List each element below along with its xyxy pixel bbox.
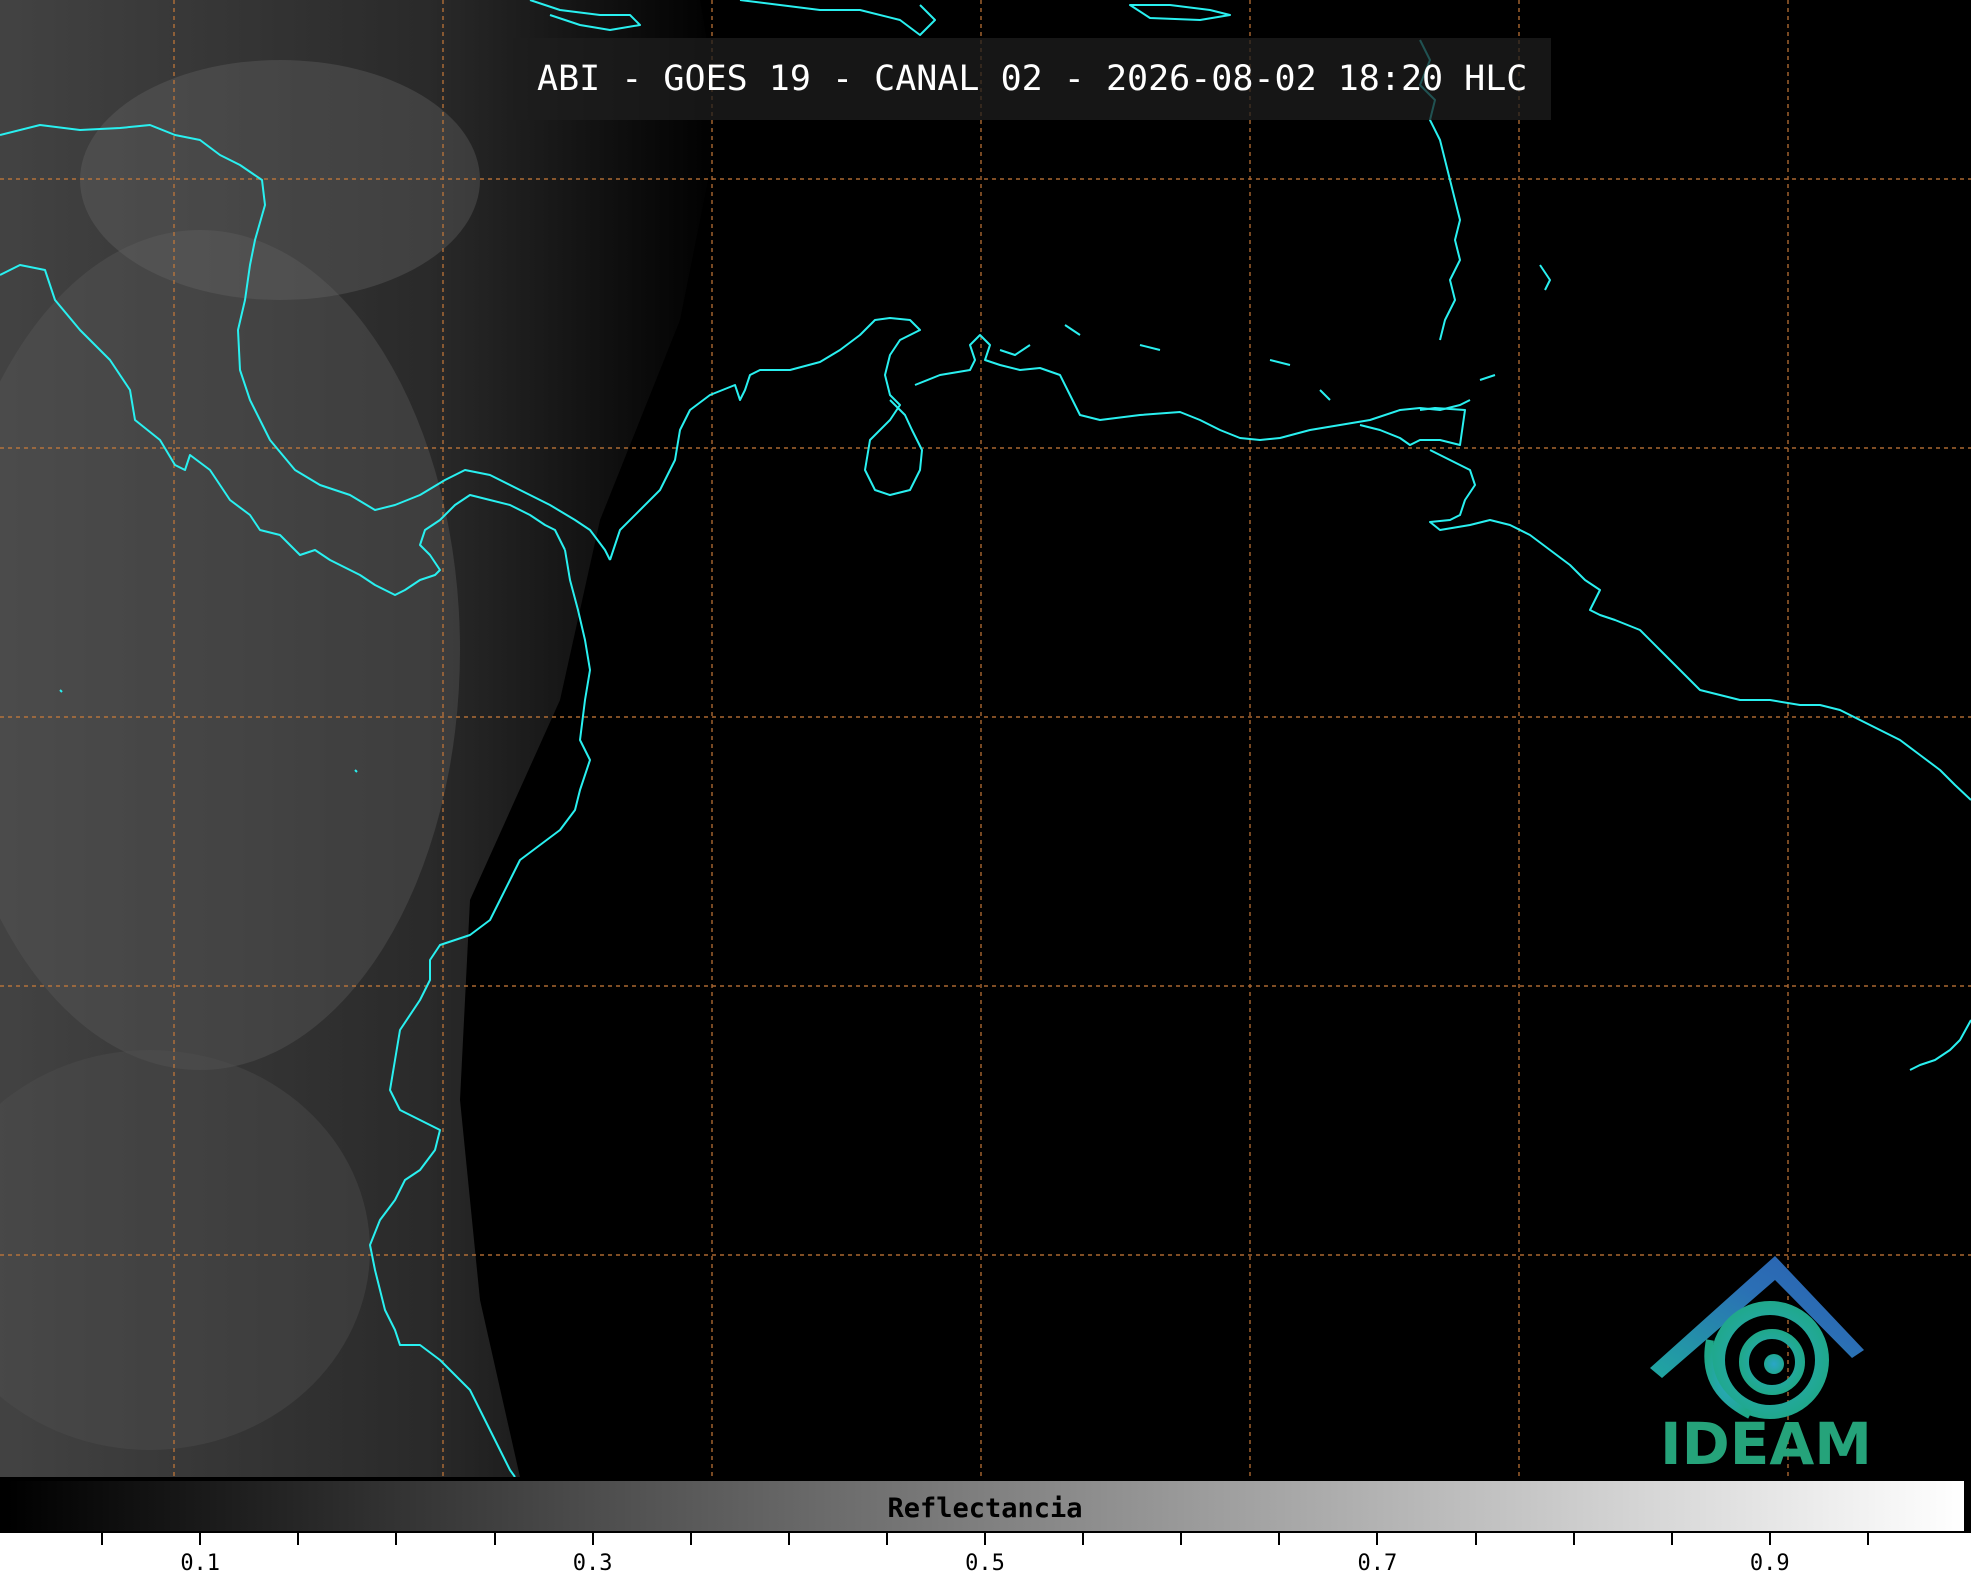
colorbar-minor-tick [199,1533,202,1545]
colorbar: Reflectancia [4,1479,1966,1533]
colorbar-tick-label: 0.7 [1357,1551,1398,1576]
colorbar-label: Reflectancia [887,1493,1083,1524]
colorbar-minor-tick [1082,1533,1085,1545]
colorbar-minor-tick [395,1533,398,1545]
colorbar-minor-tick [885,1533,888,1545]
colorbar-minor-tick [984,1533,986,1545]
colorbar-ticks: 0.1 0.3 0.5 0.7 0.9 [0,1533,1971,1577]
colorbar-minor-tick [1376,1533,1379,1545]
colorbar-minor-tick [1768,1533,1771,1545]
colorbar-minor-tick [1670,1533,1673,1545]
colorbar-minor-tick [591,1533,594,1545]
colorbar-minor-tick [297,1533,300,1545]
colorbar-tick-label: 0.9 [1749,1551,1790,1576]
image-title: ABI - GOES 19 - CANAL 02 - 2026-08-02 18… [513,38,1552,120]
colorbar-minor-tick [1866,1533,1869,1545]
colorbar-minor-tick [787,1533,790,1545]
colorbar-minor-tick [101,1533,104,1545]
colorbar-tick-label: 0.5 [965,1551,1005,1576]
colorbar-minor-tick [1474,1533,1477,1545]
logo-roof [1650,1256,1864,1378]
colorbar-minor-tick [1180,1533,1183,1545]
colorbar-minor-tick [689,1533,692,1545]
colorbar-minor-tick [493,1533,496,1545]
colorbar-minor-tick [1572,1533,1575,1545]
colorbar-tick-label: 0.3 [572,1551,613,1576]
colorbar-tick-label: 0.1 [180,1551,221,1576]
logo-text: IDEAM [1660,1410,1872,1478]
colorbar-minor-tick [1278,1533,1281,1545]
